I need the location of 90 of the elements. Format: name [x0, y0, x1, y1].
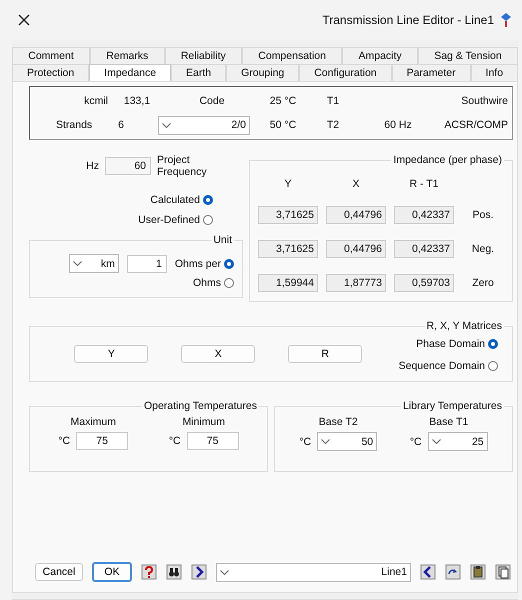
- document-icon[interactable]: [495, 564, 511, 580]
- size-value: 133,1: [122, 95, 152, 107]
- row-label: Neg.: [470, 243, 496, 255]
- radio-button[interactable]: User-Defined: [138, 214, 213, 226]
- field-label: Base T1: [429, 416, 468, 428]
- column-header: X: [351, 178, 360, 190]
- length-field[interactable]: 1: [126, 254, 167, 272]
- matrix-button[interactable]: Y: [74, 345, 148, 363]
- code-dropdown[interactable]: 2/0: [158, 116, 250, 134]
- window-title: Transmission Line Editor - Line1: [322, 13, 494, 27]
- column-header: Y: [283, 178, 292, 190]
- length-unit-dropdown[interactable]: km: [68, 254, 119, 273]
- frequency-field[interactable]: 60: [105, 157, 151, 175]
- frequency-label: Project Frequency: [157, 154, 207, 178]
- row-label: Pos.: [471, 209, 494, 221]
- tab[interactable]: Sag & Tension: [418, 47, 518, 64]
- value-field: 0,42337: [394, 206, 454, 224]
- binoculars-icon[interactable]: [166, 564, 182, 580]
- value-field: 0,42337: [394, 240, 454, 258]
- help-icon[interactable]: [141, 564, 157, 580]
- tab[interactable]: Configuration: [299, 64, 392, 81]
- tab[interactable]: Earth: [171, 64, 226, 81]
- tab[interactable]: Info: [470, 64, 518, 81]
- t2-value: 50 °C: [268, 119, 298, 131]
- next-icon[interactable]: [191, 564, 207, 580]
- value-field: 1,87773: [326, 274, 386, 292]
- caret-icon: [72, 261, 82, 266]
- radio-button[interactable]: Phase Domain: [416, 338, 498, 350]
- group-title: Library Temperatures: [402, 400, 503, 412]
- matrix-button[interactable]: R: [288, 345, 362, 363]
- unit-label: °C: [58, 435, 70, 447]
- t1-label: T1: [326, 95, 340, 107]
- tab[interactable]: Ampacity: [342, 47, 418, 64]
- caret-icon: [321, 439, 330, 444]
- ok-button[interactable]: OK: [92, 562, 132, 582]
- field-label: Base T2: [318, 416, 358, 428]
- radio-button[interactable]: Calculated: [150, 194, 213, 206]
- field-label: Minimum: [182, 416, 226, 428]
- strands-label: Strands: [56, 119, 92, 131]
- unit-label: °C: [299, 436, 312, 448]
- caret-icon: [432, 439, 441, 444]
- tab[interactable]: Remarks: [90, 47, 165, 64]
- field-label: Maximum: [70, 416, 116, 428]
- row-label: Zero: [471, 277, 495, 289]
- t1-value: 25 °C: [268, 95, 298, 107]
- close-icon[interactable]: [18, 14, 30, 26]
- temperature-dropdown[interactable]: 25: [428, 432, 488, 451]
- redo-icon[interactable]: [445, 564, 461, 580]
- line-dropdown[interactable]: Line1: [216, 562, 411, 582]
- previous-icon[interactable]: [420, 564, 436, 580]
- radio-button[interactable]: Sequence Domain: [398, 360, 498, 372]
- manufacturer-label: Southwire: [460, 95, 508, 107]
- tab[interactable]: Protection: [12, 64, 90, 81]
- tab[interactable]: Compensation: [242, 47, 342, 64]
- column-header: R - T1: [408, 178, 440, 190]
- value-field: 3,71625: [258, 206, 318, 224]
- group-title: Unit: [212, 234, 233, 246]
- radio-button[interactable]: Ohms per: [174, 258, 234, 270]
- frequency-value: 60 Hz: [383, 119, 413, 131]
- unit-label: °C: [168, 435, 181, 447]
- code-label: Code: [198, 95, 226, 107]
- conductor-type: ACSR/COMP: [443, 119, 508, 131]
- group-title: Impedance (per phase): [392, 154, 503, 166]
- tab[interactable]: Grouping: [226, 64, 300, 81]
- tab[interactable]: Impedance: [89, 64, 172, 81]
- matrix-button[interactable]: X: [181, 345, 256, 363]
- tab[interactable]: Comment: [12, 47, 90, 64]
- clipboard-icon[interactable]: [470, 564, 486, 580]
- radio-button[interactable]: Ohms: [192, 277, 234, 289]
- unit-label: °C: [410, 436, 422, 448]
- group-title: Operating Temperatures: [142, 400, 258, 412]
- value-field: 0,59703: [394, 274, 454, 292]
- size-unit: kcmil: [83, 95, 108, 107]
- app-icon: [500, 12, 512, 28]
- value-field: 0,44796: [326, 240, 386, 258]
- t2-label: T2: [326, 119, 340, 131]
- frequency-unit: Hz: [86, 160, 99, 172]
- cancel-button[interactable]: Cancel: [35, 563, 83, 581]
- strands-value: 6: [117, 119, 125, 131]
- value-field: 1,59944: [258, 274, 318, 292]
- value-field: 3,71625: [258, 240, 318, 258]
- caret-icon: [220, 570, 229, 574]
- temperature-field[interactable]: 75: [76, 432, 128, 450]
- tab[interactable]: Parameter: [392, 64, 471, 81]
- value-field: 0,44796: [326, 206, 386, 224]
- temperature-dropdown[interactable]: 50: [317, 432, 378, 451]
- caret-icon: [162, 122, 171, 128]
- tab[interactable]: Reliability: [164, 47, 242, 64]
- group-title: R, X, Y Matrices: [426, 320, 503, 332]
- temperature-field[interactable]: 75: [186, 432, 239, 450]
